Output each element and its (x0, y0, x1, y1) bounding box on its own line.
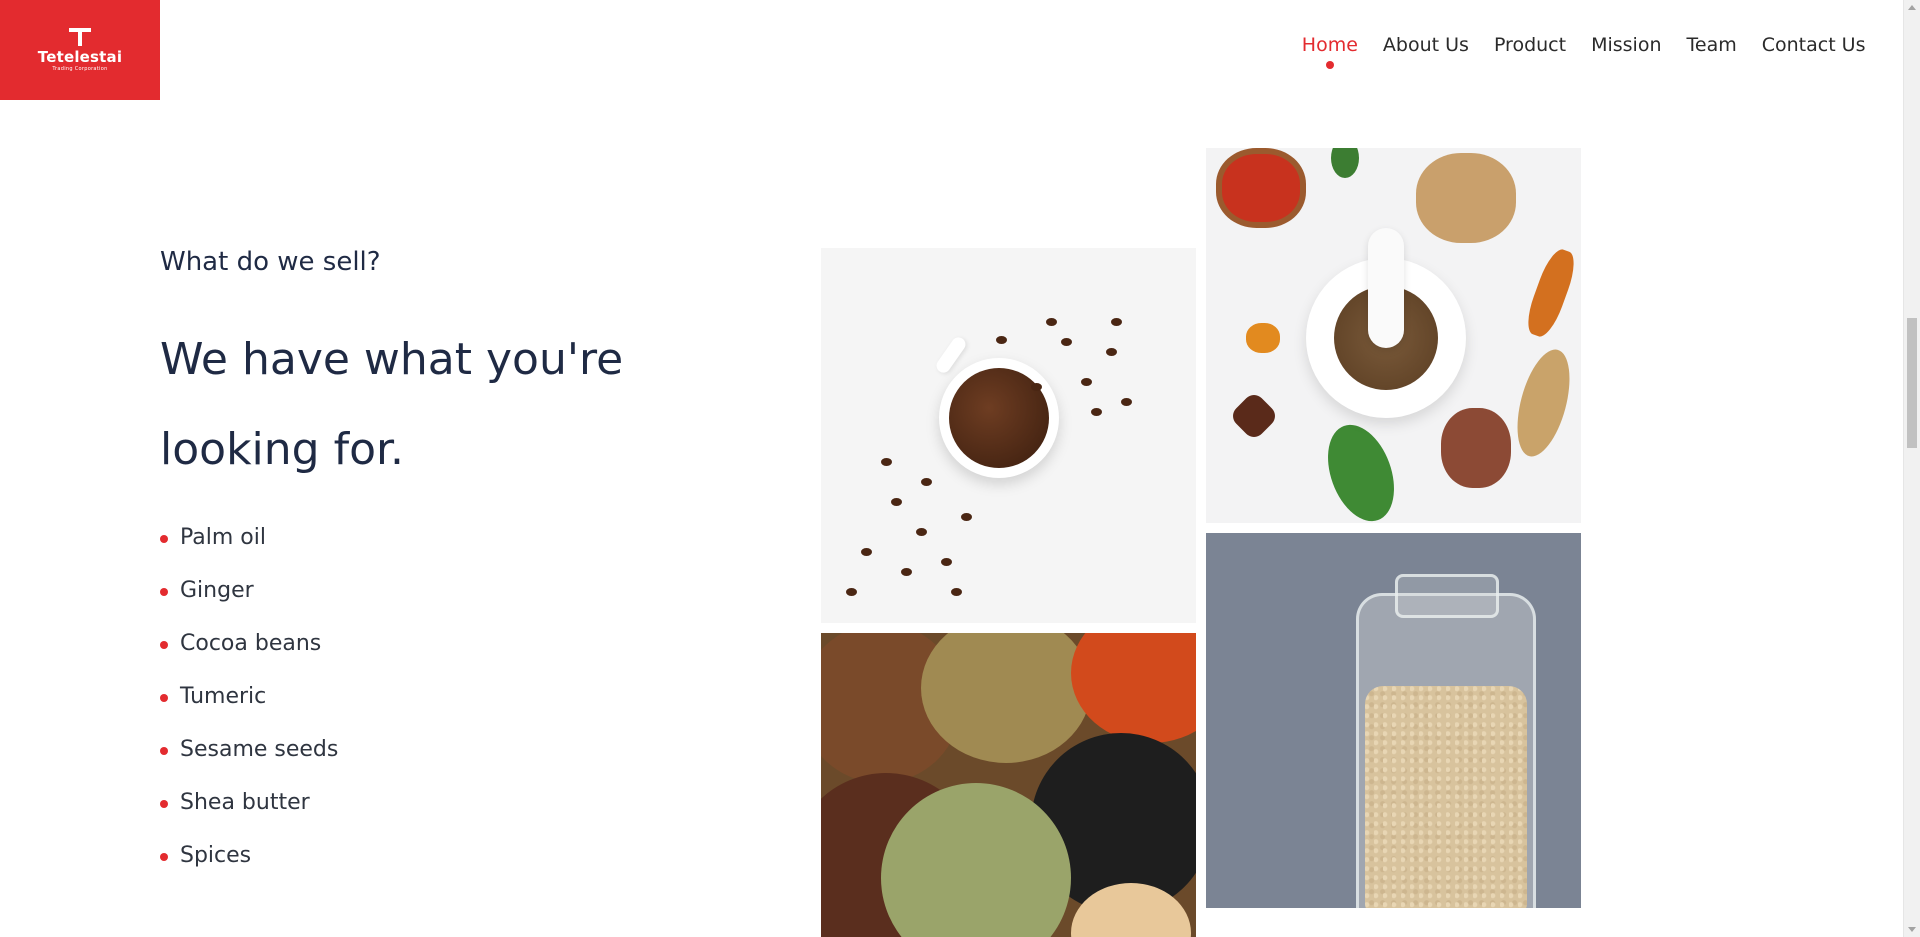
nav-contact-us-label: Contact Us (1761, 34, 1866, 56)
section-headline: We have what you're looking for. (160, 334, 624, 475)
nav-contact-us[interactable]: Contact Us (1749, 30, 1878, 60)
coffee-bean (996, 336, 1007, 344)
nav-home[interactable]: Home (1289, 30, 1370, 69)
scroll-thumb[interactable] (1907, 318, 1917, 448)
dried-fruit-slice (1216, 148, 1306, 228)
coffee-bean (951, 588, 962, 596)
coffee-bean (1121, 398, 1132, 406)
logo-tagline: Trading Corporation (52, 66, 108, 72)
nav-about-us-label: About Us (1382, 34, 1469, 56)
coffee-bean (1061, 338, 1072, 346)
nav-mission-label: Mission (1591, 34, 1662, 56)
product-item: Ginger (160, 564, 338, 617)
coffee-bean (1106, 348, 1117, 356)
product-item: Spices (160, 829, 338, 882)
ginger-root (1416, 153, 1516, 243)
pestle (1368, 228, 1404, 348)
nav-team-label: Team (1686, 34, 1737, 56)
coffee-bean (846, 588, 857, 596)
logo-mark-icon (69, 28, 91, 46)
star-anise (1228, 390, 1280, 442)
coffee-beans-cup-image (821, 248, 1196, 623)
sesame-seeds-jar-image (1206, 533, 1581, 908)
product-item: Palm oil (160, 511, 338, 564)
coffee-bean (916, 528, 927, 536)
product-item: Tumeric (160, 670, 338, 723)
scroll-up-arrow-icon[interactable] (1908, 5, 1916, 10)
coffee-bean (1046, 318, 1057, 326)
logo-name: Tetelestai (37, 48, 123, 66)
scroll-down-arrow-icon[interactable] (1908, 927, 1916, 932)
nav-mission[interactable]: Mission (1579, 30, 1674, 60)
page: Tetelestai Trading Corporation Home Abou… (0, 0, 1920, 937)
coffee-bean (901, 568, 912, 576)
coffee-bean (881, 458, 892, 466)
bay-leaf (1315, 415, 1407, 523)
coffee-bean (1091, 408, 1102, 416)
mortar-and-spices-image (1206, 148, 1581, 523)
jar-neck (1395, 574, 1499, 618)
coffee-cup (939, 358, 1059, 478)
sesame-seeds (1365, 686, 1527, 908)
nav-team[interactable]: Team (1674, 30, 1749, 60)
main-nav: Home About Us Product Mission Team Conta… (1289, 30, 1878, 69)
product-item: Cocoa beans (160, 617, 338, 670)
active-indicator-dot (1325, 61, 1334, 69)
nav-about-us[interactable]: About Us (1370, 30, 1481, 60)
glass-jar (1356, 574, 1536, 908)
coffee-bean (1111, 318, 1122, 326)
turmeric-root (1521, 245, 1581, 341)
product-list: Palm oil Ginger Cocoa beans Tumeric Sesa… (160, 511, 338, 882)
brand-logo[interactable]: Tetelestai Trading Corporation (0, 0, 160, 100)
dried-leaf (1507, 344, 1580, 462)
section-eyebrow: What do we sell? (160, 247, 381, 277)
coffee-bean (1081, 378, 1092, 386)
turmeric-piece (1246, 323, 1280, 353)
product-item: Shea butter (160, 776, 338, 829)
coffee-bean (921, 478, 932, 486)
ginger-piece (1441, 408, 1511, 488)
paprika-heap (1071, 633, 1196, 743)
page-scrollbar[interactable] (1903, 0, 1920, 937)
coffee-bean (1031, 383, 1042, 391)
nav-home-label: Home (1301, 34, 1358, 56)
coffee-bean (891, 498, 902, 506)
nav-product-label: Product (1493, 34, 1567, 56)
coffee-bean (861, 548, 872, 556)
leaf (1331, 148, 1359, 178)
coffee-bean (961, 513, 972, 521)
coffee-bean (941, 558, 952, 566)
product-item: Sesame seeds (160, 723, 338, 776)
mixed-spices-image (821, 633, 1196, 937)
mortar-bowl (1306, 228, 1466, 418)
nav-product[interactable]: Product (1481, 30, 1578, 60)
